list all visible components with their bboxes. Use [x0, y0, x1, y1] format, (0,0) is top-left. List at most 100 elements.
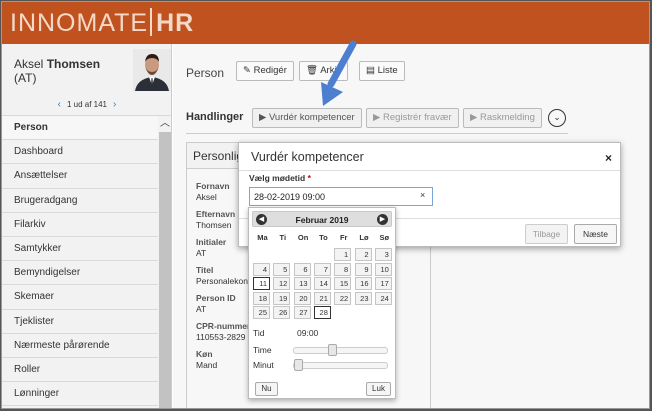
calendar-day[interactable]: 2 [354, 248, 372, 261]
next-month-icon[interactable]: ▶ [377, 214, 388, 225]
assess-label: Vurdér kompetencer [268, 112, 355, 123]
edit-button[interactable]: ✎ Redigér [236, 61, 294, 81]
required-mark: * [307, 173, 311, 183]
calendar-day[interactable]: 17 [374, 277, 392, 290]
sidebar-item-brugeradgang[interactable]: Brugeradgang [2, 188, 158, 213]
calendar-day[interactable]: 1 [334, 248, 352, 261]
calendar-day[interactable]: 20 [293, 291, 311, 305]
calendar-day[interactable]: 15 [334, 277, 352, 290]
calendar-day[interactable]: 13 [293, 277, 311, 290]
close-icon[interactable]: × [605, 151, 612, 165]
calendar-day[interactable]: 8 [334, 262, 352, 276]
calendar-day[interactable]: 18 [253, 291, 270, 305]
back-button[interactable]: Tilbage [525, 224, 568, 244]
register-absence-button[interactable]: ▶ Registrér fravær [366, 108, 459, 128]
play-icon: ▶ [470, 112, 478, 123]
weekday-label: Fr [339, 233, 348, 242]
sidebar-item-skemaer[interactable]: Skemaer [2, 285, 158, 310]
sidebar-item-samtykker[interactable]: Samtykker [2, 236, 158, 262]
sick-label: Raskmelding [479, 112, 535, 123]
logo-product: HR [156, 9, 195, 37]
field-value: AT [196, 304, 207, 314]
calendar-day[interactable]: 9 [354, 262, 372, 276]
sidebar-item-bemyndigelser[interactable]: Bemyndigelser [2, 261, 158, 286]
calendar-day[interactable]: 3 [374, 248, 392, 261]
calendar-day[interactable]: 28 [313, 306, 331, 319]
field-value: AT [196, 248, 207, 258]
assess-competencies-button[interactable]: ▶ Vurdér kompetencer [252, 108, 362, 128]
page-title: Person [186, 66, 225, 80]
next-button[interactable]: Næste [574, 224, 617, 244]
calendar-day[interactable]: 10 [374, 262, 392, 276]
pager-text: 1 ud af 141 [66, 100, 108, 109]
calendar-day[interactable]: 6 [293, 262, 311, 276]
weekday-label: Lø [359, 233, 369, 242]
calendar-day[interactable]: 21 [313, 291, 331, 305]
meeting-time-label: Vælg mødetid * [249, 173, 311, 183]
sidebar-item-forsøg[interactable]: Forsøg [2, 406, 158, 408]
calendar-day[interactable]: 27 [293, 306, 311, 319]
person-initials: (AT) [14, 71, 37, 85]
sidebar-item-filarkiv[interactable]: Filarkiv [2, 212, 158, 237]
hour-label: Time [253, 345, 272, 355]
minute-slider-handle[interactable] [294, 359, 303, 371]
scrollbar[interactable] [159, 132, 171, 408]
play-icon: ▶ [373, 112, 381, 123]
prev-person-button[interactable]: ‹ [58, 99, 61, 110]
sidebar-item-roller[interactable]: Roller [2, 357, 158, 383]
calendar-day[interactable]: 22 [334, 291, 352, 305]
field-label: Køn [196, 349, 213, 359]
now-button[interactable]: Nu [255, 382, 278, 396]
sidebar-item-dashboard[interactable]: Dashboard [2, 140, 158, 165]
sidebar-item-person[interactable]: Person [2, 116, 158, 141]
calendar-day[interactable]: 7 [313, 262, 331, 276]
calendar-day[interactable]: 4 [253, 262, 270, 276]
calendar-day[interactable]: 23 [354, 291, 372, 305]
calendar-day[interactable]: 12 [273, 277, 291, 290]
sidebar-item-lønninger[interactable]: Lønninger [2, 382, 158, 407]
play-icon: ▶ [259, 112, 267, 123]
field-group: Initialer AT [196, 237, 226, 259]
calendar-day[interactable]: 26 [273, 306, 291, 319]
field-label: Titel [196, 265, 214, 275]
field-label: Initialer [196, 237, 227, 247]
minute-slider[interactable] [293, 359, 388, 371]
sick-return-button[interactable]: ▶ Raskmelding [463, 108, 542, 128]
field-value: Personalekons [196, 276, 253, 286]
hour-slider[interactable] [293, 344, 388, 356]
top-bar: INNOMATE HR [2, 2, 649, 44]
field-label: Efternavn [196, 209, 236, 219]
calendar-day[interactable]: 14 [313, 277, 331, 290]
weekday-label: On [297, 233, 309, 242]
calendar-day[interactable]: 5 [273, 262, 291, 276]
field-value: Aksel [196, 192, 217, 202]
field-group: Køn Mand [196, 349, 217, 371]
divider [186, 133, 568, 134]
pencil-icon: ✎ [243, 65, 251, 76]
sidebar-item-nærmeste-pårørende[interactable]: Nærmeste pårørende [2, 333, 158, 358]
field-label-text: Vælg mødetid [249, 173, 306, 183]
calendar-day[interactable]: 16 [354, 277, 372, 290]
field-group: Titel Personalekons [196, 265, 252, 287]
weekday-label: Ma [257, 233, 268, 242]
clear-icon[interactable]: × [420, 190, 425, 200]
weekday-label: Sø [379, 233, 390, 242]
collapse-up-icon[interactable]: ︿ [159, 116, 171, 132]
divider [239, 170, 620, 171]
sidebar-item-tjeklister[interactable]: Tjeklister [2, 309, 158, 334]
close-picker-button[interactable]: Luk [366, 382, 391, 396]
calendar-day[interactable]: 24 [374, 291, 392, 305]
field-group: Person ID AT [196, 293, 236, 315]
hour-slider-handle[interactable] [327, 344, 337, 356]
list-button[interactable]: ▤ Liste [359, 61, 405, 81]
calendar-day[interactable]: 25 [253, 306, 270, 319]
calendar-day[interactable]: 11 [253, 277, 270, 290]
pointer-arrow-icon [321, 40, 357, 106]
weekday-label: Ti [279, 233, 287, 242]
meeting-time-input[interactable] [249, 187, 433, 206]
person-name: Aksel Thomsen (AT) [14, 57, 100, 85]
chevron-down-circle-icon[interactable]: ⌄ [548, 109, 566, 127]
sidebar-item-ansættelser[interactable]: Ansættelser [2, 164, 158, 189]
calendar-day[interactable]: 19 [273, 291, 291, 305]
next-person-button[interactable]: › [113, 99, 116, 110]
